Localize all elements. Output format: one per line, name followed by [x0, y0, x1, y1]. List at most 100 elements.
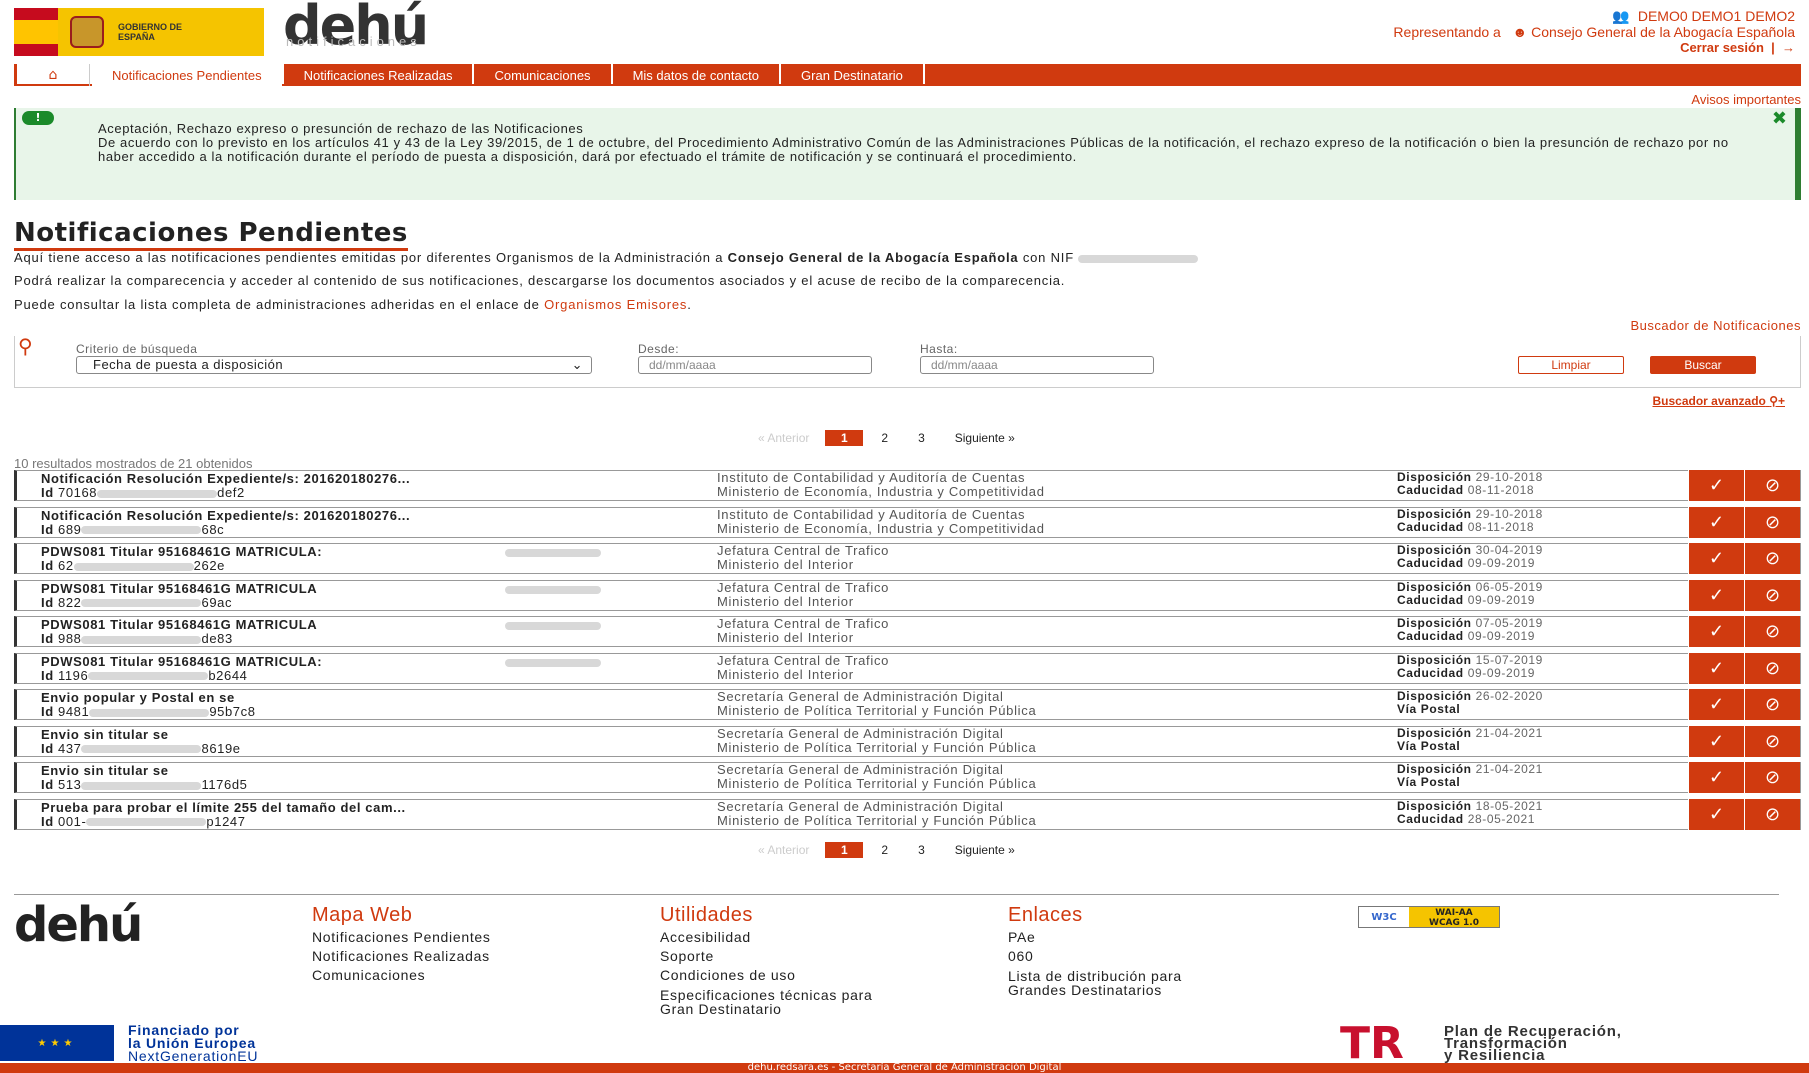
prev-page: « Anterior — [758, 843, 810, 857]
tab-gran-destinatario[interactable]: Gran Destinatario — [781, 64, 923, 86]
reject-ban-icon[interactable]: ⊘ — [1744, 798, 1800, 830]
accept-check-icon[interactable]: ✓ — [1688, 470, 1744, 501]
organismo: Jefatura Central de Trafico Ministerio de… — [717, 544, 889, 572]
footer-link[interactable]: Gran Destinatario — [660, 1002, 872, 1016]
notification-title[interactable]: Envio sin titular se — [41, 763, 169, 778]
notification-title[interactable]: Notificación Resolución Expediente/s: 20… — [41, 508, 410, 523]
accept-check-icon[interactable]: ✓ — [1688, 616, 1744, 647]
footer-link[interactable]: PAe — [1008, 928, 1182, 947]
dehu-logo-sub: notificaciones — [286, 34, 421, 49]
buscador-avanzado-link[interactable]: Buscador avanzado ⚲+ — [1652, 394, 1785, 408]
reject-ban-icon[interactable]: ⊘ — [1744, 652, 1800, 684]
accept-check-icon[interactable]: ✓ — [1688, 543, 1744, 574]
footer-link[interactable]: Comunicaciones — [312, 966, 491, 985]
tab-comunicaciones[interactable]: Comunicaciones — [474, 64, 611, 86]
id-part-b: p1247 — [206, 813, 246, 829]
reject-ban-icon[interactable]: ⊘ — [1744, 689, 1800, 720]
notification-title[interactable]: Notificación Resolución Expediente/s: 20… — [41, 471, 410, 486]
table-row[interactable]: Envio popular y Postal en se Id 9481 95b7c… — [14, 689, 1801, 720]
pagination-bottom: « Anterior 1 2 3 Siguiente » — [758, 842, 1015, 858]
page-link[interactable]: 2 — [881, 431, 888, 445]
reject-ban-icon[interactable]: ⊘ — [1744, 616, 1800, 647]
accept-check-icon[interactable]: ✓ — [1688, 725, 1744, 757]
table-row[interactable]: PDWS081 Titular 95168461G MATRICULA: Id 1… — [14, 652, 1801, 684]
notification-title[interactable]: PDWS081 Titular 95168461G MATRICULA: — [41, 544, 322, 559]
secondary-date-value: 28-05-2021 — [1467, 811, 1536, 826]
notification-title[interactable]: PDWS081 Titular 95168461G MATRICULA — [41, 617, 317, 632]
reject-ban-icon[interactable]: ⊘ — [1744, 725, 1800, 757]
notification-title[interactable]: PDWS081 Titular 95168461G MATRICULA: — [41, 654, 322, 669]
table-row[interactable]: PDWS081 Titular 95168461G MATRICULA Id 82… — [14, 579, 1801, 611]
next-page[interactable]: Siguiente » — [955, 431, 1015, 445]
gobierno-logo: GOBIERNO DE ESPAÑA — [14, 8, 264, 56]
footer-link[interactable]: Grandes Destinatarios — [1008, 983, 1182, 997]
table-row[interactable]: Notificación Resolución Expediente/s: 20… — [14, 506, 1801, 538]
reject-ban-icon[interactable]: ⊘ — [1744, 506, 1800, 538]
row-actions: ✓ ⊘ — [1688, 762, 1800, 793]
footer-link[interactable]: 060 — [1008, 947, 1182, 966]
reject-ban-icon[interactable]: ⊘ — [1744, 543, 1800, 574]
page-link[interactable]: 3 — [918, 431, 925, 445]
table-row[interactable]: PDWS081 Titular 95168461G MATRICULA: Id 6… — [14, 543, 1801, 574]
accept-check-icon[interactable]: ✓ — [1688, 689, 1744, 720]
criterio-select[interactable]: Fecha de puesta a disposición ⌄ — [76, 356, 592, 374]
avisos-importantes-link[interactable]: Avisos importantes — [1691, 92, 1801, 107]
reject-ban-icon[interactable]: ⊘ — [1744, 762, 1800, 793]
page-link[interactable]: 3 — [918, 843, 925, 857]
footer-link[interactable]: Notificaciones Pendientes — [312, 928, 491, 947]
buscar-button[interactable]: Buscar — [1650, 356, 1756, 374]
accept-check-icon[interactable]: ✓ — [1688, 798, 1744, 830]
id-label: Id — [41, 558, 54, 573]
footer-link[interactable]: Condiciones de uso — [660, 966, 872, 985]
id-part-b: 1176d5 — [201, 777, 248, 792]
next-page[interactable]: Siguiente » — [955, 843, 1015, 857]
page-current[interactable]: 1 — [825, 430, 864, 446]
table-row[interactable]: Notificación Resolución Expediente/s: 20… — [14, 470, 1801, 501]
footer-link[interactable]: Accesibilidad — [660, 928, 872, 947]
disposicion-label: Disposición — [1397, 762, 1472, 776]
footer-link[interactable]: Soporte — [660, 947, 872, 966]
table-row[interactable]: Envio sin titular se Id 513 1176d5 Secretar… — [14, 762, 1801, 793]
table-row[interactable]: Prueba para probar el límite 255 del tam… — [14, 798, 1801, 830]
wai-aa: WAI-AA — [1435, 908, 1473, 918]
close-icon[interactable]: ✖ — [1772, 108, 1787, 129]
notification-title[interactable]: Envio sin titular se — [41, 727, 169, 742]
footer-link[interactable]: Lista de distribución para — [1008, 969, 1182, 983]
redacted-id — [81, 635, 202, 644]
footer-link[interactable]: Especificaciones técnicas para — [660, 988, 872, 1002]
footer-link[interactable]: Notificaciones Realizadas — [312, 947, 491, 966]
w3c-wai-aa-badge[interactable]: W3C WAI-AA WCAG 1.0 — [1358, 906, 1500, 928]
tab-mis-datos-contacto[interactable]: Mis datos de contacto — [612, 64, 780, 86]
reject-ban-icon[interactable]: ⊘ — [1744, 470, 1800, 501]
notification-dates: Disposición 21-04-2021 Vía Postal — [1397, 726, 1543, 753]
logout-arrow-icon[interactable]: → — [1782, 40, 1795, 55]
accept-check-icon[interactable]: ✓ — [1688, 579, 1744, 611]
logout-link[interactable]: Cerrar sesión — [1680, 40, 1764, 55]
accept-check-icon[interactable]: ✓ — [1688, 652, 1744, 684]
id-part-a: 822 — [57, 594, 82, 610]
page-link[interactable]: 2 — [881, 843, 888, 857]
home-icon[interactable]: ⌂ — [14, 64, 90, 86]
accept-check-icon[interactable]: ✓ — [1688, 762, 1744, 793]
notification-title[interactable]: Prueba para probar el límite 255 del tam… — [41, 800, 406, 815]
representado-name[interactable]: Consejo General de la Abogacía Española — [1531, 24, 1795, 40]
hasta-input[interactable]: dd/mm/aaaa — [920, 356, 1154, 374]
tab-notificaciones-pendientes[interactable]: Notificaciones Pendientes — [92, 64, 282, 86]
organismos-emisores-link[interactable]: Organismos Emisores — [544, 297, 687, 312]
accept-check-icon[interactable]: ✓ — [1688, 506, 1744, 538]
reject-ban-icon[interactable]: ⊘ — [1744, 579, 1800, 611]
page-current[interactable]: 1 — [825, 842, 864, 858]
search-icon: ⚲ — [18, 334, 33, 358]
secondary-date-label: Caducidad — [1397, 811, 1464, 826]
disposicion-value: 07-05-2019 — [1475, 616, 1543, 630]
desde-input[interactable]: dd/mm/aaaa — [638, 356, 872, 374]
id-part-b: 8619e — [201, 740, 241, 756]
limpiar-button[interactable]: Limpiar — [1518, 356, 1624, 374]
notification-title[interactable]: Envio popular y Postal en se — [41, 690, 235, 705]
notification-title[interactable]: PDWS081 Titular 95168461G MATRICULA — [41, 581, 317, 596]
secondary-date-label: Vía Postal — [1397, 738, 1461, 753]
table-row[interactable]: Envio sin titular se Id 437 8619e Secretarí… — [14, 725, 1801, 757]
table-row[interactable]: PDWS081 Titular 95168461G MATRICULA Id 98… — [14, 616, 1801, 647]
tab-notificaciones-realizadas[interactable]: Notificaciones Realizadas — [283, 64, 473, 86]
notification-id: Id 001- p1247 — [41, 814, 246, 829]
